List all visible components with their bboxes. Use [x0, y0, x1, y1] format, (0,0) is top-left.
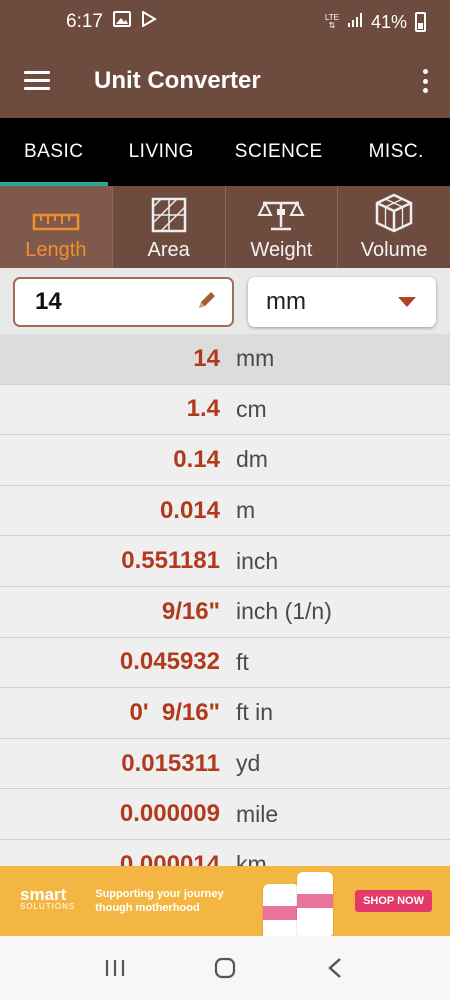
category-volume[interactable]: Volume [338, 186, 450, 268]
tab-living[interactable]: LIVING [108, 118, 216, 186]
lte-indicator: LTE ⇅ [324, 13, 339, 30]
category-label: Length [25, 239, 87, 261]
play-store-icon [141, 10, 157, 33]
result-row[interactable]: 0.015311 yd [0, 739, 450, 790]
cube-icon [375, 193, 413, 233]
back-icon[interactable] [315, 948, 355, 988]
result-row[interactable]: 0.045932 ft [0, 638, 450, 689]
signal-icon [347, 12, 363, 33]
tab-bar: BASIC LIVING SCIENCE MISC. [0, 118, 450, 186]
value-input[interactable]: 14 [13, 277, 234, 327]
recent-apps-icon[interactable] [95, 948, 135, 988]
result-row[interactable]: 9/16" inch (1/n) [0, 587, 450, 638]
app-bar: Unit Converter [0, 44, 450, 118]
tab-science[interactable]: SCIENCE [215, 118, 343, 186]
menu-icon[interactable] [24, 71, 50, 91]
home-icon[interactable] [205, 948, 245, 988]
input-row: 14 mm [0, 268, 450, 334]
tab-misc[interactable]: MISC. [343, 118, 450, 186]
result-row[interactable]: 14 mm [0, 334, 450, 385]
app-title: Unit Converter [94, 67, 261, 94]
status-bar: 6:17 LTE ⇅ 41% [0, 0, 450, 44]
result-unit: inch (1/n) [236, 598, 332, 625]
result-unit: m [236, 497, 256, 524]
tab-basic[interactable]: BASIC [0, 118, 108, 186]
result-value: 0.014 [159, 496, 220, 524]
result-unit: yd [236, 750, 261, 777]
dropdown-arrow-icon [398, 297, 416, 307]
category-bar: Length Area Weight Volume [0, 186, 450, 268]
result-row[interactable]: 0.014 m [0, 486, 450, 537]
result-unit: cm [236, 395, 267, 422]
result-unit: ft [236, 648, 249, 675]
system-nav-bar [0, 936, 450, 1000]
result-row[interactable]: 0.000014 km [0, 840, 450, 866]
unit-dropdown[interactable]: mm [248, 277, 436, 327]
pencil-icon [196, 289, 218, 316]
result-value: 9/16" [161, 597, 220, 625]
status-time: 6:17 [66, 11, 103, 32]
result-value: 0.000009 [119, 800, 220, 828]
gallery-icon [112, 11, 131, 33]
category-label: Area [147, 239, 190, 261]
ad-banner[interactable]: smart SOLUTIONS Supporting your journey … [0, 866, 450, 936]
ruler-icon [32, 213, 80, 231]
result-unit: ft in [236, 699, 274, 726]
category-label: Volume [360, 239, 428, 261]
ad-product-image [245, 866, 345, 936]
selected-unit: mm [266, 288, 306, 315]
ad-logo: smart SOLUTIONS [20, 885, 76, 911]
result-value: 0.045932 [119, 648, 220, 676]
result-value: 1.4 [186, 395, 220, 423]
category-area[interactable]: Area [113, 186, 226, 268]
result-unit: inch [236, 547, 279, 574]
category-label: Weight [250, 239, 313, 261]
result-row[interactable]: 0.551181 inch [0, 536, 450, 587]
result-value: 0.14 [173, 445, 220, 473]
result-row[interactable]: 0.000009 mile [0, 789, 450, 840]
result-value: 14 [193, 344, 220, 372]
result-value: 0.015311 [121, 749, 220, 777]
shop-now-button[interactable]: SHOP NOW [355, 890, 432, 912]
result-unit: dm [236, 446, 268, 473]
result-value: 0.000014 [119, 850, 220, 866]
result-row[interactable]: 0.14 dm [0, 435, 450, 486]
result-unit: mile [236, 800, 279, 827]
result-unit: mm [236, 345, 275, 372]
battery-percent: 41% [370, 11, 407, 32]
category-length[interactable]: Length [0, 186, 113, 268]
result-row[interactable]: 1.4 cm [0, 385, 450, 436]
result-value: 0.551181 [121, 547, 220, 575]
result-value: 0' 9/16" [129, 698, 220, 726]
area-grid-icon [151, 197, 186, 233]
more-options-icon[interactable] [422, 69, 428, 93]
battery-icon [415, 12, 426, 32]
category-weight[interactable]: Weight [226, 186, 339, 268]
results-list[interactable]: 14 mm 1.4 cm 0.14 dm 0.014 m 0.551181 inch 9/… [0, 334, 450, 866]
scale-icon [257, 200, 305, 231]
ad-text: Supporting your journey though motherhoo… [95, 888, 224, 914]
result-unit: km [236, 851, 267, 866]
result-row[interactable]: 0' 9/16" ft in [0, 688, 450, 739]
input-value: 14 [35, 288, 62, 315]
